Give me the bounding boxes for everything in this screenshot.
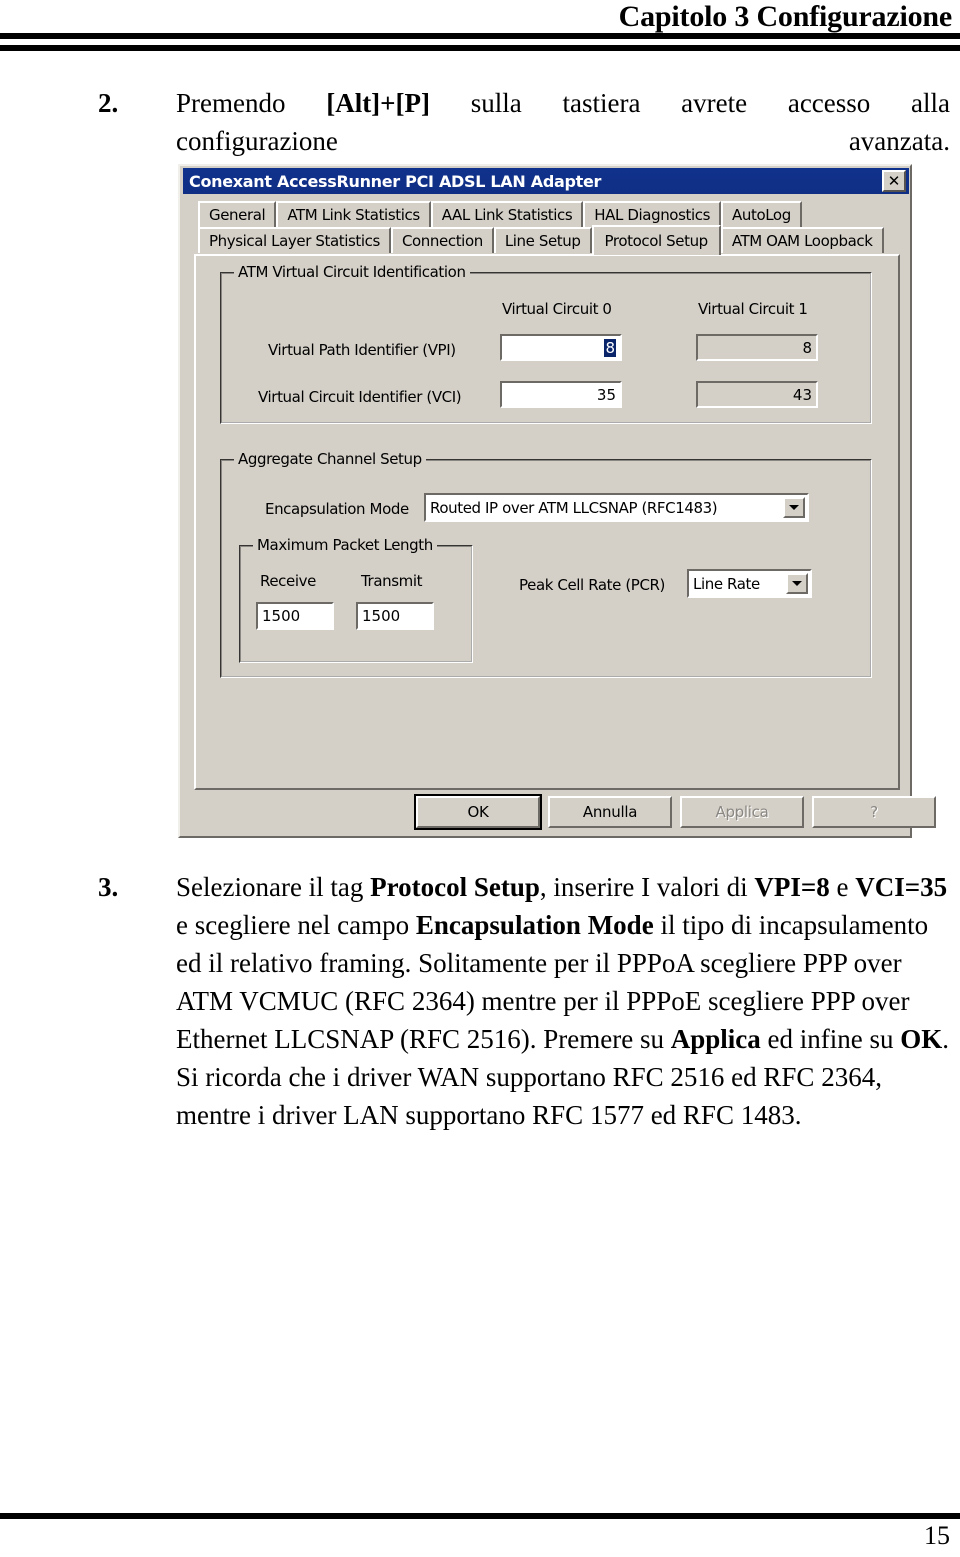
s3-e: e [829,872,856,902]
vc-group-title: ATM Virtual Circuit Identification [234,263,470,281]
s3-protocol-setup: Protocol Setup [370,872,540,902]
aggregate-group-title: Aggregate Channel Setup [234,450,426,468]
tab-general[interactable]: General [198,201,277,227]
tab-protocol-setup[interactable]: Protocol Setup [591,225,721,255]
s3-vpi: VPI=8 [754,872,830,902]
encapsulation-mode-select[interactable]: Routed IP over ATM LLCSNAP (RFC1483) [424,493,809,522]
peak-cell-rate-label: Peak Cell Rate (PCR) [519,576,665,594]
maximum-packet-length-group: Maximum Packet Length Receive Transmit 1… [239,536,473,663]
protocol-setup-panel: ATM Virtual Circuit Identification Virtu… [194,254,900,790]
s3-vci: VCI=35 [855,872,948,902]
receive-label: Receive [260,572,316,590]
vpi-label: Virtual Path Identifier (VPI) [268,341,456,359]
step-2-line2-left: configurazione [176,126,338,156]
virtual-circuit-0-header: Virtual Circuit 0 [502,300,612,318]
transmit-value: 1500 [362,607,401,625]
chevron-down-icon[interactable] [786,573,808,594]
page-number: 15 [924,1521,950,1550]
encapsulation-mode-label: Encapsulation Mode [265,500,409,518]
step-2-number: 2. [98,88,119,118]
vc1-vpi-input: 8 [696,334,818,361]
step-2-shortcut: [Alt]+[P] [326,88,431,118]
step-2-line1-a: Premendo [176,88,327,118]
apply-button: Applica [680,796,804,828]
adapter-properties-dialog: Conexant AccessRunner PCI ADSL LAN Adapt… [178,164,936,838]
step-2-line2-right: avanzata. [848,126,950,156]
header-rule-bottom [0,45,960,51]
s3-g: e scegliere nel campo [176,910,416,940]
tab-hal-diagnostics[interactable]: HAL Diagnostics [583,201,722,227]
step-3-text: Selezionare il tag Protocol Setup, inser… [176,868,950,1134]
step-3-paragraph: Selezionare il tag Protocol Setup, inser… [176,868,950,1134]
step-3: 3. Selezionare il tag Protocol Setup, in… [98,868,950,1134]
step-2: 2. Premendo [Alt]+[P] sulla tastiera avr… [98,84,950,160]
s3-a: Selezionare il tag [176,872,371,902]
vc0-vci-input[interactable]: 35 [500,381,622,408]
dialog-title: Conexant AccessRunner PCI ADSL LAN Adapt… [189,171,602,191]
s3-ok: OK [900,1024,943,1054]
tab-atm-link-statistics[interactable]: ATM Link Statistics [276,201,431,227]
peak-cell-rate-value: Line Rate [693,574,760,593]
tab-strip: General ATM Link Statistics AAL Link Sta… [198,200,898,255]
tab-physical-layer-statistics[interactable]: Physical Layer Statistics [198,227,391,253]
receive-input[interactable]: 1500 [256,602,334,630]
virtual-circuit-1-header: Virtual Circuit 1 [698,300,808,318]
tab-atm-oam-loopback[interactable]: ATM OAM Loopback [720,227,884,253]
tab-aal-link-statistics[interactable]: AAL Link Statistics [430,201,584,227]
vc0-vpi-input[interactable]: 8 [500,334,622,361]
dialog-titlebar[interactable]: Conexant AccessRunner PCI ADSL LAN Adapt… [183,168,909,194]
tab-line-setup[interactable]: Line Setup [493,227,592,253]
step-3-number: 3. [98,872,119,902]
vc1-vci-input: 43 [696,381,818,408]
vc0-vci-value: 35 [596,385,616,404]
atm-virtual-circuit-identification-group: ATM Virtual Circuit Identification Virtu… [220,263,872,424]
tab-row-1: General ATM Link Statistics AAL Link Sta… [198,200,898,227]
page-header: Capitolo 3 Configurazione [0,0,960,51]
step-2-text: Premendo [Alt]+[P] sulla tastiera avrete… [176,84,950,160]
cancel-button[interactable]: Annulla [548,796,672,828]
transmit-input[interactable]: 1500 [356,602,434,630]
tab-autolog[interactable]: AutoLog [721,201,802,227]
tab-connection[interactable]: Connection [390,227,494,253]
ok-button[interactable]: OK [414,794,542,830]
receive-value: 1500 [262,607,301,625]
close-icon[interactable]: ✕ [882,170,906,192]
step-2-line1-c: sulla tastiera avrete accesso alla [430,88,950,118]
header-rule-top [0,33,960,39]
tab-row-2: Physical Layer Statistics Connection Lin… [198,225,898,255]
aggregate-channel-setup-group: Aggregate Channel Setup Encapsulation Mo… [220,450,872,678]
s3-encapsulation-mode: Encapsulation Mode [415,910,654,940]
page-header-title: Capitolo 3 Configurazione [618,0,953,33]
s3-applica: Applica [670,1024,761,1054]
s3-k: ed infine su [760,1024,901,1054]
vci-label: Virtual Circuit Identifier (VCI) [258,388,462,406]
encapsulation-mode-value: Routed IP over ATM LLCSNAP (RFC1483) [430,498,718,517]
peak-cell-rate-select[interactable]: Line Rate [687,569,812,598]
vc0-vpi-value: 8 [604,338,616,357]
s3-c: , inserire I valori di [539,872,755,902]
max-packet-length-title: Maximum Packet Length [253,536,437,554]
vc1-vpi-value: 8 [802,338,812,357]
help-button: ? [812,796,936,828]
vc1-vci-value: 43 [792,385,812,404]
chevron-down-icon[interactable] [783,497,805,518]
footer-rule [0,1513,960,1519]
transmit-label: Transmit [361,572,423,590]
